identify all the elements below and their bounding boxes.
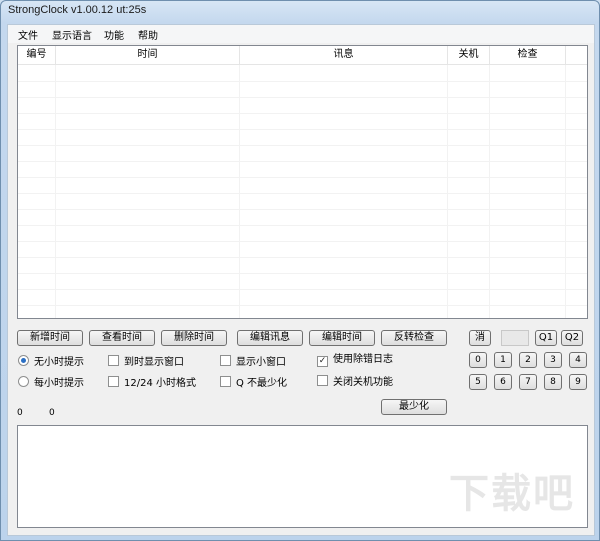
debug-log-checkbox[interactable]: ✓ 使用除错日志 [317,354,393,367]
checkbox-box [317,375,328,386]
grid-line [239,65,240,318]
num-1-button[interactable]: 1 [494,352,512,368]
disable-shutdown-checkbox[interactable]: 关闭关机功能 [317,375,393,389]
num-9-button[interactable]: 9 [569,374,587,390]
format-12-24-checkbox[interactable]: 12/24 小时格式 [108,376,196,390]
grid-line [18,225,587,226]
cancel-button[interactable]: 消 [469,330,491,346]
list-body [18,65,587,318]
display-box [501,330,529,346]
menu-bar: 文件 显示语言 功能 帮助 [8,25,594,43]
grid-line [18,305,587,306]
num-4-button[interactable]: 4 [569,352,587,368]
status-left-value: 0 [17,408,23,418]
grid-line [447,65,448,318]
num-8-button[interactable]: 8 [544,374,562,390]
checkbox-box [220,355,231,366]
client-area: 文件 显示语言 功能 帮助 编号 时间 讯息 关机 检查 新增时间 查看时间 删… [7,24,595,536]
grid-line [18,241,587,242]
invert-check-button[interactable]: 反转检查 [381,330,447,346]
grid-line [18,257,587,258]
num-0-button[interactable]: 0 [469,352,487,368]
column-message[interactable]: 讯息 [240,46,448,64]
q2-button[interactable]: Q2 [561,330,583,346]
grid-line [55,65,56,318]
radio-indicator [18,376,29,387]
q1-button[interactable]: Q1 [535,330,557,346]
num-3-button[interactable]: 3 [544,352,562,368]
grid-line [18,209,587,210]
view-time-button[interactable]: 查看时间 [89,330,155,346]
num-2-button[interactable]: 2 [519,352,537,368]
num-6-button[interactable]: 6 [494,374,512,390]
checkbox-box [220,376,231,387]
grid-line [18,289,587,290]
grid-line [18,161,587,162]
hourly-radio[interactable]: 每小时提示 [18,376,84,390]
checkbox-box [108,376,119,387]
show-window-checkbox[interactable]: 到时显示窗口 [108,355,184,369]
column-shutdown[interactable]: 关机 [448,46,490,64]
num-7-button[interactable]: 7 [519,374,537,390]
radio-indicator [18,355,29,366]
title-bar: StrongClock v1.00.12 ut:25s [1,1,599,23]
minimize-button[interactable]: 最少化 [381,399,447,415]
disable-shutdown-label: 关闭关机功能 [333,377,393,388]
grid-line [18,273,587,274]
menu-language[interactable]: 显示语言 [48,27,96,42]
column-check[interactable]: 检查 [490,46,566,64]
show-small-window-label: 显示小窗口 [236,357,286,368]
delete-time-button[interactable]: 删除时间 [161,330,227,346]
list-header: 编号 时间 讯息 关机 检查 [18,46,587,65]
grid-line [18,129,587,130]
grid-line [565,65,566,318]
column-id[interactable]: 编号 [18,46,56,64]
no-hourly-label: 无小时提示 [34,357,84,368]
time-list[interactable]: 编号 时间 讯息 关机 检查 [17,45,588,319]
grid-line [18,177,587,178]
grid-line [489,65,490,318]
app-window: StrongClock v1.00.12 ut:25s 文件 显示语言 功能 帮… [0,0,600,541]
watermark-logo: 下载吧 [449,471,575,517]
edit-message-button[interactable]: 编辑讯息 [237,330,303,346]
show-small-window-checkbox[interactable]: 显示小窗口 [220,355,286,369]
window-title: StrongClock v1.00.12 ut:25s [8,4,147,16]
checkbox-box [108,355,119,366]
format-12-24-label: 12/24 小时格式 [124,378,196,389]
grid-line [18,193,587,194]
menu-function[interactable]: 功能 [100,27,128,42]
log-textarea[interactable]: 下载吧 [17,425,588,528]
grid-line [18,81,587,82]
hourly-label: 每小时提示 [34,378,84,389]
column-time[interactable]: 时间 [56,46,240,64]
q-no-minimize-checkbox[interactable]: Q 不最少化 [220,376,287,390]
menu-help[interactable]: 帮助 [134,27,162,42]
status-right-value: 0 [49,408,55,418]
grid-line [18,145,587,146]
edit-time-button[interactable]: 编辑时间 [309,330,375,346]
debug-log-label: 使用除错日志 [333,354,393,365]
q-no-minimize-label: Q 不最少化 [236,378,288,389]
show-window-label: 到时显示窗口 [124,357,184,368]
menu-file[interactable]: 文件 [14,27,42,42]
grid-line [18,97,587,98]
no-hourly-radio[interactable]: 无小时提示 [18,355,84,369]
add-time-button[interactable]: 新增时间 [17,330,83,346]
grid-line [18,113,587,114]
checkmark-icon: ✓ [317,356,328,367]
num-5-button[interactable]: 5 [469,374,487,390]
